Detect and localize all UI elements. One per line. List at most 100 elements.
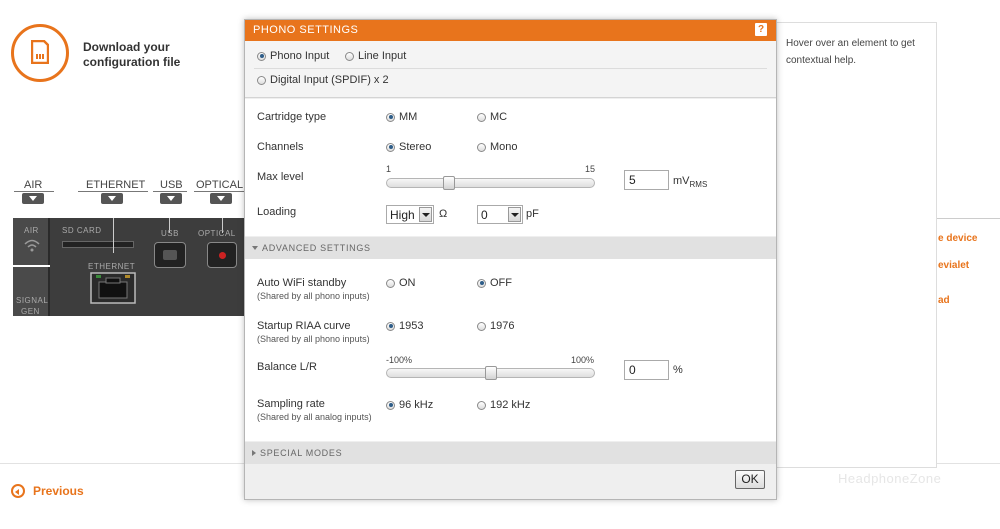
port-toggle-ethernet[interactable]	[101, 193, 123, 204]
radio-sampling-96[interactable]: 96 kHz	[386, 399, 433, 411]
port-label-air: AIR	[24, 179, 43, 191]
previous-icon	[11, 484, 25, 498]
help-button[interactable]: ?	[755, 23, 767, 36]
select-value: High	[390, 208, 415, 222]
radio-label: Stereo	[399, 141, 432, 153]
max-level-slider[interactable]	[386, 176, 595, 190]
signal-gen-label-2: GEN	[21, 307, 40, 316]
loading-resistance-select[interactable]: High	[386, 205, 434, 224]
radio-label: 1976	[490, 320, 515, 332]
radio-unselected-icon	[477, 142, 486, 152]
radio-cartridge-mc[interactable]: MC	[477, 111, 507, 123]
side-link-device[interactable]: e device	[938, 233, 977, 244]
special-modes-toggle[interactable]: SPECIAL MODES	[245, 442, 776, 464]
radio-label: 96 kHz	[399, 399, 434, 411]
loading-capacitance-select[interactable]: 0	[477, 205, 523, 224]
balance-label: Balance L/R	[257, 361, 317, 373]
help-text: Hover over an element to get contextual …	[786, 38, 915, 66]
download-config-icon[interactable]	[11, 24, 69, 82]
divider	[937, 218, 1000, 219]
select-value: 0	[481, 208, 488, 222]
radio-label: Mono	[490, 141, 518, 153]
optical-label: OPTICAL	[198, 229, 236, 238]
radio-digital-input[interactable]: Digital Input (SPDIF) x 2	[257, 74, 389, 86]
watermark: HeadphoneZone	[838, 471, 942, 486]
divider	[194, 191, 244, 192]
usb-label: USB	[161, 229, 179, 238]
side-link-devialet[interactable]: evialet	[938, 260, 969, 271]
input-source-selector: Phono Input Line Input Digital Input (SP…	[245, 41, 776, 98]
port-label-optical: OPTICAL	[196, 179, 244, 191]
port-toggle-air[interactable]	[22, 193, 44, 204]
radio-selected-icon	[386, 112, 395, 122]
radio-selected-icon	[477, 278, 486, 288]
sampling-rate-note: (Shared by all analog inputs)	[257, 412, 372, 422]
divider	[14, 191, 54, 192]
previous-button[interactable]: Previous	[11, 484, 84, 498]
chevron-down-icon	[508, 207, 521, 222]
radio-unselected-icon	[345, 51, 354, 61]
max-level-unit: mVRMS	[673, 175, 708, 190]
max-level-min: 1	[386, 164, 392, 174]
sd-card-slot	[62, 241, 134, 248]
divider	[78, 191, 148, 192]
radio-unselected-icon	[477, 112, 486, 122]
download-config-link[interactable]: Download your configuration file	[83, 40, 223, 70]
divider	[113, 218, 114, 253]
radio-line-input[interactable]: Line Input	[345, 50, 406, 62]
riaa-curve-note: (Shared by all phono inputs)	[257, 334, 370, 344]
settings-section: Cartridge type MM MC Channels Stereo Mon…	[245, 99, 776, 236]
radio-label: MM	[399, 111, 418, 123]
slider-handle[interactable]	[485, 366, 497, 380]
radio-label: 1953	[399, 320, 424, 332]
usb-port-icon	[154, 242, 186, 268]
channels-label: Channels	[257, 141, 304, 153]
ok-button[interactable]: OK	[735, 470, 765, 489]
balance-min: -100%	[386, 355, 413, 365]
max-level-label: Max level	[257, 171, 304, 183]
radio-unselected-icon	[477, 400, 486, 410]
radio-unselected-icon	[477, 321, 486, 331]
phono-settings-dialog: PHONO SETTINGS ? Phono Input Line Input …	[244, 19, 777, 500]
riaa-curve-label: Startup RIAA curve	[257, 320, 351, 332]
radio-sampling-192[interactable]: 192 kHz	[477, 399, 530, 411]
balance-max: 100%	[571, 355, 595, 365]
slider-handle[interactable]	[443, 176, 455, 190]
radio-riaa-1953[interactable]: 1953	[386, 320, 423, 332]
radio-cartridge-mm[interactable]: MM	[386, 111, 417, 123]
max-level-input[interactable]	[624, 170, 669, 190]
sampling-rate-label: Sampling rate	[257, 398, 325, 410]
radio-wifi-on[interactable]: ON	[386, 277, 416, 289]
wifi-standby-note: (Shared by all phono inputs)	[257, 291, 370, 301]
dialog-header: PHONO SETTINGS ?	[245, 20, 776, 41]
radio-channels-stereo[interactable]: Stereo	[386, 141, 431, 153]
divider	[153, 191, 187, 192]
device-back-panel: AIR SIGNAL GEN SD CARD ETHERNET USB OPTI…	[13, 218, 245, 316]
radio-label: Digital Input (SPDIF) x 2	[270, 74, 389, 86]
radio-label: OFF	[490, 277, 512, 289]
advanced-settings-toggle[interactable]: ADVANCED SETTINGS	[245, 237, 776, 259]
sd-card-label: SD CARD	[62, 226, 102, 235]
radio-wifi-off[interactable]: OFF	[477, 277, 512, 289]
cartridge-label: Cartridge type	[257, 111, 327, 123]
port-toggle-optical[interactable]	[210, 193, 232, 204]
balance-slider[interactable]	[386, 366, 595, 380]
radio-label: 192 kHz	[490, 399, 531, 411]
side-link-download[interactable]: ad	[938, 295, 950, 306]
radio-channels-mono[interactable]: Mono	[477, 141, 518, 153]
radio-phono-input[interactable]: Phono Input	[257, 50, 329, 62]
port-toggle-usb[interactable]	[160, 193, 182, 204]
device-air-label: AIR	[24, 226, 39, 235]
radio-riaa-1976[interactable]: 1976	[477, 320, 514, 332]
divider	[254, 68, 767, 69]
balance-input[interactable]	[624, 360, 669, 380]
collapsed-icon	[252, 450, 256, 456]
sd-card-icon	[31, 40, 49, 64]
radio-selected-icon	[386, 142, 395, 152]
radio-label: ON	[399, 277, 416, 289]
ethernet-label: ETHERNET	[88, 262, 136, 271]
download-line2: configuration file	[83, 55, 181, 69]
balance-unit: %	[673, 364, 683, 376]
radio-selected-icon	[386, 400, 395, 410]
advanced-settings-label: ADVANCED SETTINGS	[262, 243, 371, 253]
